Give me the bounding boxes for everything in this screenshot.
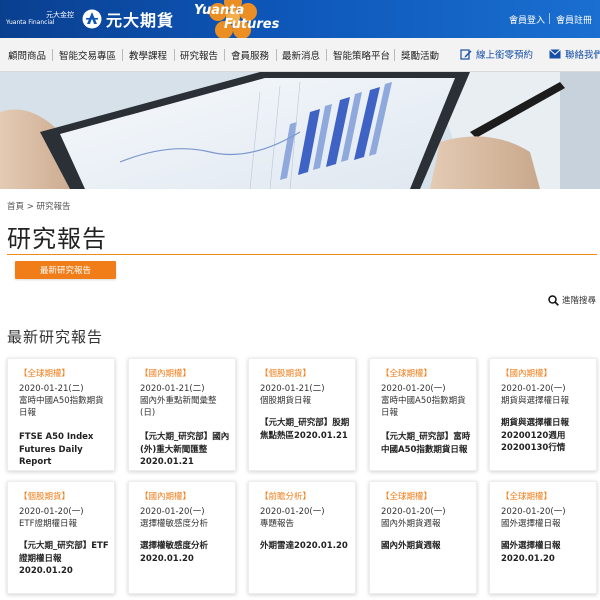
- logo-cn-text: 元大期貨: [106, 11, 175, 30]
- online-account-link[interactable]: 線上銜零預約: [460, 47, 533, 61]
- yuanta-logo-icon: [82, 9, 102, 29]
- report-card[interactable]: 【全球期權】 2020-01-20(一) 富時中國A50指數期貨日報 【元大期_…: [369, 358, 477, 471]
- report-card[interactable]: 【全球期權】 2020-01-21(二) 富時中國A50指數期貨日報 FTSE …: [7, 358, 115, 471]
- card-date: 2020-01-20(一): [19, 507, 84, 517]
- card-category: 【國內期權】: [501, 369, 553, 379]
- card-category: 【前瞻分析】: [260, 492, 312, 502]
- nav-item-rewards[interactable]: 獎勵活動: [401, 48, 439, 62]
- report-card[interactable]: 【全球期權】 2020-01-20(一) 國外選擇權日報 國外選擇權日報2020…: [489, 481, 597, 594]
- report-card[interactable]: 【個股期貨】 2020-01-20(一) ETF證期權日報 【元大期_研究部】E…: [7, 481, 115, 594]
- main-nav: 顧問商品 智能交易專區 教學課程 研究報告 會員服務 最新消息 智能策略平台 獎…: [0, 38, 600, 72]
- card-date: 2020-01-21(二): [19, 384, 84, 394]
- search-icon: [548, 294, 559, 306]
- nav-item-courses[interactable]: 教學課程: [129, 48, 167, 62]
- card-subtitle: 富時中國A50指數期貨日報: [19, 396, 104, 418]
- mail-icon: [549, 49, 561, 59]
- card-title: 期貨與選擇權日報20200120週用20200130行情: [501, 418, 570, 453]
- card-subtitle: 選擇權敏感度分析: [140, 519, 209, 529]
- card-title: 【元大期_研究部】ETF證期權日報2020.01.20: [19, 541, 109, 576]
- card-date: 2020-01-20(一): [501, 384, 566, 394]
- tablet-chart-illustration: [0, 72, 600, 189]
- card-title: 選擇權敏感度分析2020.01.20: [140, 541, 209, 564]
- card-category: 【全球期權】: [381, 492, 433, 502]
- card-subtitle: 富時中國A50指數期貨日報: [381, 396, 466, 418]
- card-date: 2020-01-20(一): [260, 507, 325, 517]
- nav-item-news[interactable]: 最新消息: [282, 48, 320, 62]
- edit-icon: [460, 49, 472, 60]
- nav-item-research[interactable]: 研究報告: [180, 48, 218, 62]
- report-card[interactable]: 【前瞻分析】 2020-01-20(一) 專題報告 外期雷達2020.01.20: [248, 481, 356, 594]
- card-subtitle: ETF證期權日報: [19, 519, 77, 529]
- nav-item-advisory[interactable]: 顧問商品: [8, 48, 46, 62]
- report-card[interactable]: 【國內期權】 2020-01-20(一) 期貨與選擇權日報 期貨與選擇權日報20…: [489, 358, 597, 471]
- yuanta-logo[interactable]: 元大金控 Yuanta Financial 元大期貨: [6, 6, 174, 32]
- card-title: 國內外期貨週報: [381, 541, 441, 551]
- card-category: 【國內期權】: [140, 369, 192, 379]
- card-title: 外期雷達2020.01.20: [260, 541, 348, 551]
- card-category: 【全球期權】: [381, 369, 433, 379]
- card-category: 【全球期權】: [19, 369, 71, 379]
- title-divider: [7, 254, 597, 255]
- card-subtitle: 個股期貨日報: [260, 396, 312, 406]
- contact-link[interactable]: 聯絡我們: [549, 47, 600, 61]
- tab-latest-reports[interactable]: 最新研究報告: [15, 261, 116, 279]
- card-category: 【國內期權】: [140, 492, 192, 502]
- card-date: 2020-01-20(一): [140, 507, 205, 517]
- breadcrumb[interactable]: 首頁 > 研究報告: [7, 200, 71, 212]
- nav-separator: [276, 49, 277, 61]
- nav-separator: [326, 49, 327, 61]
- logo-sub-line1: 元大金控: [46, 11, 74, 19]
- report-card[interactable]: 【全球期權】 2020-01-20(一) 國內外期貨週報 國內外期貨週報: [369, 481, 477, 594]
- member-login-link[interactable]: 會員登入: [509, 13, 545, 26]
- card-subtitle: 國外選擇權日報: [501, 519, 561, 529]
- brand-en-text: Yuanta Futures: [194, 3, 280, 32]
- card-date: 2020-01-20(一): [381, 507, 446, 517]
- card-date: 2020-01-21(二): [260, 384, 325, 394]
- nav-separator: [52, 49, 53, 61]
- nav-separator: [224, 49, 225, 61]
- card-date: 2020-01-20(一): [381, 384, 446, 394]
- page-title: 研究報告: [7, 225, 107, 253]
- section-title: 最新研究報告: [7, 328, 104, 346]
- nav-separator: [122, 49, 123, 61]
- advanced-search-link[interactable]: 進階搜尋: [548, 294, 596, 306]
- card-subtitle: 期貨與選擇權日報: [501, 396, 570, 406]
- card-subtitle: 專題報告: [260, 519, 295, 529]
- card-subtitle: 國內外期貨週報: [381, 519, 441, 529]
- member-register-link[interactable]: 會員註冊: [556, 13, 592, 26]
- nav-separator: [394, 49, 395, 61]
- report-card[interactable]: 【國內期權】 2020-01-20(一) 選擇權敏感度分析 選擇權敏感度分析20…: [128, 481, 236, 594]
- card-title: 國外選擇權日報2020.01.20: [501, 541, 561, 564]
- nav-item-smart-strategy[interactable]: 智能策略平台: [333, 48, 390, 62]
- card-date: 2020-01-21(二): [140, 384, 205, 394]
- report-card[interactable]: 【個股期貨】 2020-01-21(二) 個股期貨日報 【元大期_研究部】股期焦…: [248, 358, 356, 471]
- card-title: FTSE A50 Index Futures Daily Report: [19, 432, 94, 467]
- logo-sub-line2: Yuanta Financial: [6, 19, 55, 26]
- card-title: 【元大期_研究部】國內(外)重大新聞匯整2020.01.21: [140, 432, 230, 467]
- report-card[interactable]: 【國內期權】 2020-01-21(二) 國內外重點新聞彙整(日) 【元大期_研…: [128, 358, 236, 471]
- top-header: 元大金控 Yuanta Financial 元大期貨 Yuanta Future…: [0, 0, 600, 38]
- card-category: 【全球期權】: [501, 492, 553, 502]
- nav-item-member-service[interactable]: 會員服務: [231, 48, 269, 62]
- card-subtitle: 國內外重點新聞彙整(日): [140, 396, 217, 418]
- nav-separator: [174, 49, 175, 61]
- card-title: 【元大期_研究部】股期焦點熱區2020.01.21: [260, 418, 350, 441]
- top-divider: [549, 13, 550, 24]
- card-date: 2020-01-20(一): [501, 507, 566, 517]
- card-category: 【個股期貨】: [19, 492, 71, 502]
- card-category: 【個股期貨】: [260, 369, 312, 379]
- nav-item-smart-trading[interactable]: 智能交易專區: [59, 48, 116, 62]
- hero-banner: [0, 72, 600, 189]
- card-title: 【元大期_研究部】富時中國A50指數期貨日報: [381, 432, 471, 455]
